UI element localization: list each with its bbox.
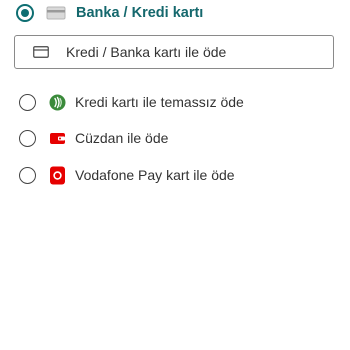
card-payment-label: Kredi / Banka kartı ile öde xyxy=(66,44,227,60)
wallet-label: Cüzdan ile öde xyxy=(75,130,169,146)
payment-methods-panel: Banka / Kredi kartı Kredi / Banka kartı … xyxy=(0,0,350,350)
vodafone-pay-option[interactable]: Vodafone Pay kart ile öde xyxy=(19,164,329,186)
radio-selected-dot xyxy=(21,9,29,17)
wallet-icon xyxy=(49,130,66,147)
bank-card-radio[interactable] xyxy=(16,4,34,22)
contactless-icon xyxy=(49,94,66,111)
wallet-option[interactable]: Cüzdan ile öde xyxy=(19,127,329,149)
card-outline-icon xyxy=(33,46,49,58)
vodafone-pay-label: Vodafone Pay kart ile öde xyxy=(75,167,235,183)
contactless-label: Kredi kartı ile temassız öde xyxy=(75,94,244,110)
wallet-radio[interactable] xyxy=(19,129,36,147)
credit-card-icon xyxy=(46,6,66,20)
vodafone-pay-radio[interactable] xyxy=(19,166,36,184)
vodafone-pay-icon xyxy=(49,166,66,184)
section-title: Banka / Kredi kartı xyxy=(76,5,204,21)
contactless-radio[interactable] xyxy=(19,93,36,111)
card-payment-field[interactable]: Kredi / Banka kartı ile öde xyxy=(14,35,334,69)
contactless-option[interactable]: Kredi kartı ile temassız öde xyxy=(19,91,329,113)
bank-card-option[interactable]: Banka / Kredi kartı xyxy=(16,0,336,26)
